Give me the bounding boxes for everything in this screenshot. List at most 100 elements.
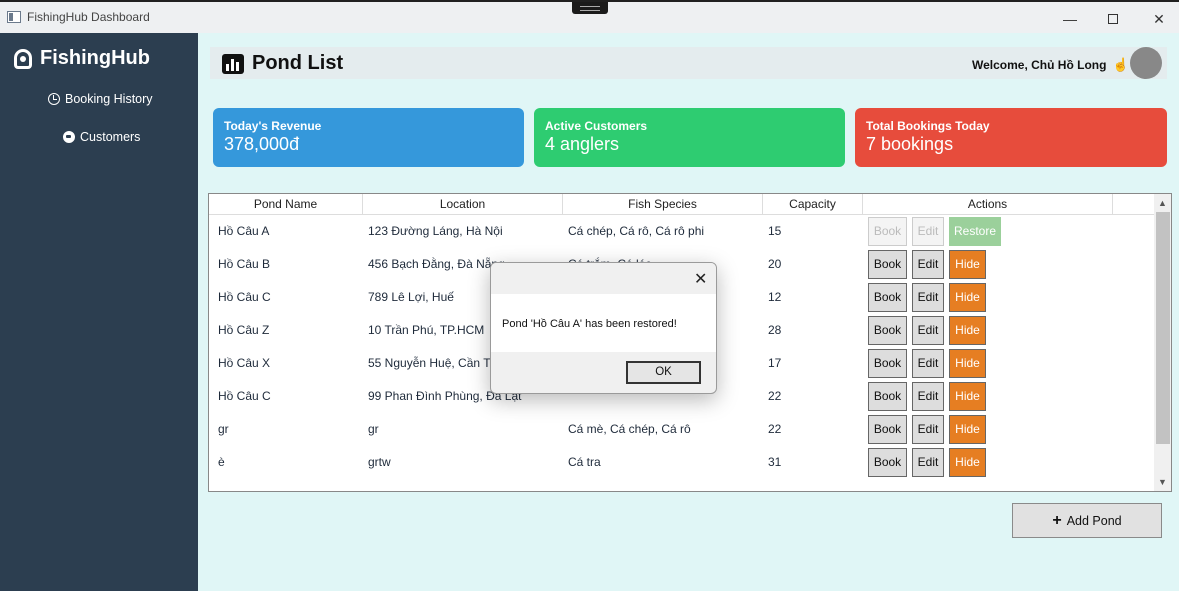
- edit-button[interactable]: Edit: [912, 250, 944, 279]
- pond-name-cell: Hồ Câu X: [218, 356, 271, 370]
- fish-species-cell: Cá mè, Cá chép, Cá rô: [568, 422, 691, 436]
- column-header-location[interactable]: Location: [363, 194, 563, 215]
- window-title: FishingHub Dashboard: [27, 10, 150, 24]
- wave-hand-icon: ☝: [1112, 57, 1129, 72]
- column-header-capacity[interactable]: Capacity: [763, 194, 863, 215]
- edit-button[interactable]: Edit: [912, 448, 944, 477]
- sidebar-item-label: Customers: [80, 130, 141, 144]
- scroll-down-arrow-icon[interactable]: ▼: [1158, 477, 1167, 487]
- revenue-card: Today's Revenue 378,000đ: [213, 108, 524, 167]
- sidebar-item-customers[interactable]: Customers: [63, 130, 140, 144]
- capacity-cell: 15: [768, 224, 782, 238]
- location-cell: grtw: [368, 455, 391, 469]
- capacity-cell: 17: [768, 356, 782, 370]
- page-title-text: Pond List: [252, 52, 344, 74]
- hide-button[interactable]: Hide: [949, 382, 986, 411]
- hide-button[interactable]: Hide: [949, 415, 986, 444]
- hide-button[interactable]: Hide: [949, 448, 986, 477]
- welcome-label: Welcome, Chủ Hồ Long: [972, 58, 1107, 72]
- book-button[interactable]: Book: [868, 250, 907, 279]
- page-header: Pond List Welcome, Chủ Hồ Long ☝: [210, 47, 1167, 79]
- angler-logo-icon: [14, 48, 32, 69]
- sidebar-item-label: Booking History: [65, 92, 153, 106]
- edit-button[interactable]: Edit: [912, 217, 944, 246]
- book-button[interactable]: Book: [868, 448, 907, 477]
- hide-button[interactable]: Hide: [949, 316, 986, 345]
- active-customers-label: Active Customers: [545, 119, 648, 133]
- plus-icon: +: [1052, 511, 1062, 529]
- pond-name-cell: Hồ Câu C: [218, 290, 271, 304]
- edit-button[interactable]: Edit: [912, 415, 944, 444]
- capacity-cell: 20: [768, 257, 782, 271]
- pond-name-cell: gr: [218, 422, 229, 436]
- edit-button[interactable]: Edit: [912, 349, 944, 378]
- dialog-body: Pond 'Hồ Câu A' has been restored!: [491, 294, 716, 352]
- maximize-button[interactable]: [1098, 8, 1128, 30]
- active-customers-card: Active Customers 4 anglers: [534, 108, 845, 167]
- fish-species-cell: Cá chép, Cá rô, Cá rô phi: [568, 224, 705, 238]
- dialog-close-icon[interactable]: ✕: [694, 269, 707, 289]
- dialog-titlebar: [491, 263, 716, 294]
- message-dialog: ✕ Pond 'Hồ Câu A' has been restored! OK: [490, 262, 717, 394]
- brand: FishingHub: [14, 47, 150, 70]
- dialog-ok-button[interactable]: OK: [626, 361, 701, 384]
- capacity-cell: 31: [768, 455, 782, 469]
- hide-button[interactable]: Hide: [949, 283, 986, 312]
- bar-chart-icon: [222, 53, 244, 74]
- table-row[interactable]: gr gr Cá mè, Cá chép, Cá rô 22 Book Edit Hide: [209, 413, 1154, 446]
- capacity-cell: 22: [768, 389, 782, 403]
- minimize-button[interactable]: —: [1055, 8, 1085, 30]
- active-customers-value: 4 anglers: [545, 134, 620, 154]
- page-title: Pond List: [222, 52, 343, 75]
- fish-species-cell: Cá tra: [568, 455, 601, 469]
- pond-name-cell: Hồ Câu B: [218, 257, 271, 271]
- scroll-up-arrow-icon[interactable]: ▲: [1158, 198, 1167, 208]
- book-button[interactable]: Book: [868, 283, 907, 312]
- capacity-cell: 12: [768, 290, 782, 304]
- column-header-actions[interactable]: Actions: [863, 194, 1113, 215]
- close-window-button[interactable]: ✕: [1144, 8, 1174, 30]
- revenue-label: Today's Revenue: [224, 119, 322, 133]
- app-icon: [7, 11, 21, 23]
- location-cell: gr: [368, 422, 379, 436]
- pond-name-cell: è: [218, 455, 225, 469]
- table-row[interactable]: è grtw Cá tra 31 Book Edit Hide: [209, 446, 1154, 479]
- revenue-value: 378,000đ: [224, 134, 300, 154]
- edit-button[interactable]: Edit: [912, 316, 944, 345]
- sidebar: FishingHub Booking History Customers: [0, 33, 198, 591]
- capacity-cell: 22: [768, 422, 782, 436]
- brand-name: FishingHub: [40, 47, 150, 69]
- total-bookings-label: Total Bookings Today: [866, 119, 990, 133]
- scrollbar-thumb[interactable]: [1156, 212, 1170, 444]
- add-pond-label: Add Pond: [1066, 513, 1122, 528]
- book-button[interactable]: Book: [868, 217, 907, 246]
- column-header-pond-name[interactable]: Pond Name: [209, 194, 363, 215]
- user-icon: [63, 131, 75, 143]
- table-row[interactable]: Hồ Câu A 123 Đường Láng, Hà Nội Cá chép, C…: [209, 215, 1154, 248]
- pond-name-cell: Hồ Câu Z: [218, 323, 270, 337]
- table-scrollbar[interactable]: ▲ ▼: [1154, 194, 1171, 491]
- book-button[interactable]: Book: [868, 415, 907, 444]
- book-button[interactable]: Book: [868, 382, 907, 411]
- restore-button[interactable]: Restore: [949, 217, 1001, 246]
- welcome-text: Welcome, Chủ Hồ Long ☝: [972, 57, 1129, 73]
- snap-grip-handle[interactable]: [572, 2, 608, 14]
- edit-button[interactable]: Edit: [912, 382, 944, 411]
- location-cell: 123 Đường Láng, Hà Nội: [368, 224, 503, 238]
- column-header-fish-species[interactable]: Fish Species: [563, 194, 763, 215]
- capacity-cell: 28: [768, 323, 782, 337]
- table-header: Pond Name Location Fish Species Capacity…: [209, 194, 1154, 215]
- book-button[interactable]: Book: [868, 316, 907, 345]
- sidebar-item-booking-history[interactable]: Booking History: [48, 92, 153, 106]
- avatar[interactable]: [1130, 47, 1162, 79]
- clock-icon: [48, 93, 60, 105]
- total-bookings-card: Total Bookings Today 7 bookings: [855, 108, 1167, 167]
- hide-button[interactable]: Hide: [949, 250, 986, 279]
- pond-name-cell: Hồ Câu A: [218, 224, 270, 238]
- add-pond-button[interactable]: + Add Pond: [1012, 503, 1162, 538]
- hide-button[interactable]: Hide: [949, 349, 986, 378]
- edit-button[interactable]: Edit: [912, 283, 944, 312]
- total-bookings-value: 7 bookings: [866, 134, 954, 154]
- book-button[interactable]: Book: [868, 349, 907, 378]
- dialog-message: Pond 'Hồ Câu A' has been restored!: [502, 318, 677, 330]
